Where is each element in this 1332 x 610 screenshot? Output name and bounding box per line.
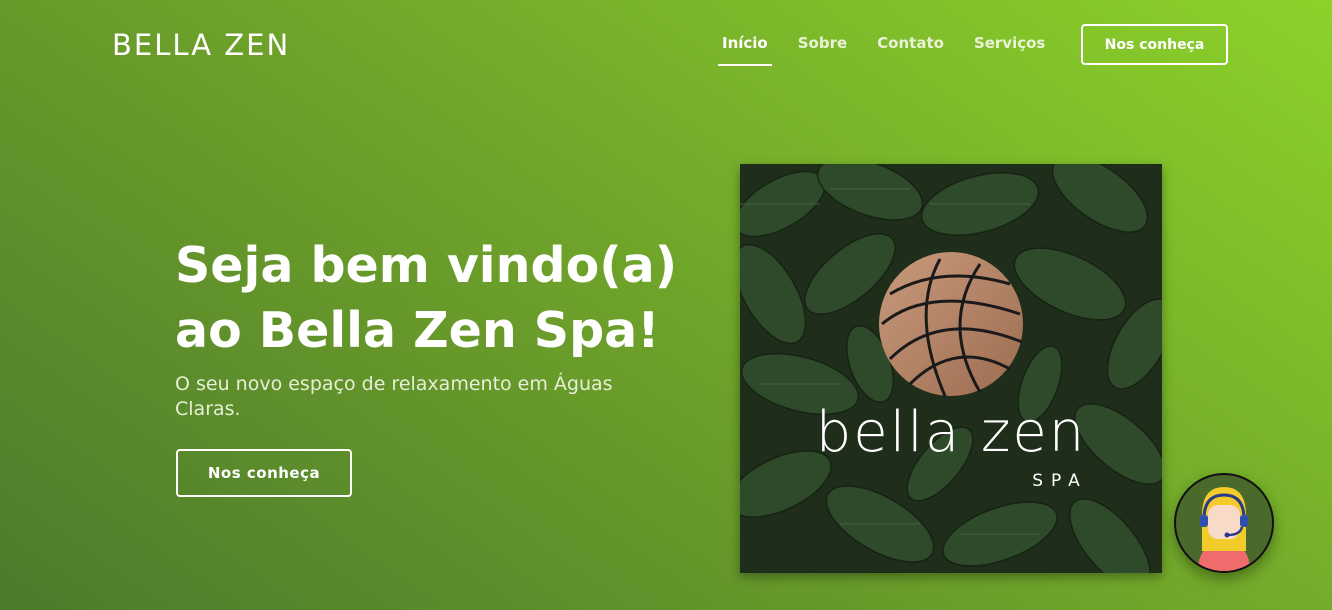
- spa-logo-mark: [879, 252, 1023, 397]
- hero-image: bella zen SPA: [740, 164, 1162, 573]
- hero-subtitle: O seu novo espaço de relaxamento em Água…: [175, 373, 613, 420]
- brand-logo-text[interactable]: BELLA ZEN: [112, 28, 290, 62]
- support-agent-icon: [1198, 487, 1250, 571]
- hero-title-line1: Seja bem vindo(a): [175, 237, 678, 294]
- hero-title: Seja bem vindo(a) ao Bella Zen Spa!: [175, 233, 735, 363]
- hero-cta-button[interactable]: Nos conheça: [176, 449, 352, 497]
- header-cta-button[interactable]: Nos conheça: [1081, 24, 1228, 65]
- nav-item-sobre[interactable]: Sobre: [794, 34, 851, 66]
- nav-item-servicos[interactable]: Serviços: [970, 34, 1049, 66]
- nav-item-inicio[interactable]: Início: [718, 34, 772, 66]
- chat-support-button[interactable]: [1174, 473, 1274, 573]
- nav-item-contato[interactable]: Contato: [873, 34, 948, 66]
- main-nav: Início Sobre Contato Serviços: [718, 34, 1071, 66]
- hero-title-line2: ao Bella Zen Spa!: [175, 302, 660, 359]
- spa-logo-subtext: SPA: [1032, 471, 1088, 491]
- spa-logo-text: bella zen: [816, 400, 1087, 465]
- leaves-background-image: bella zen SPA: [740, 164, 1162, 573]
